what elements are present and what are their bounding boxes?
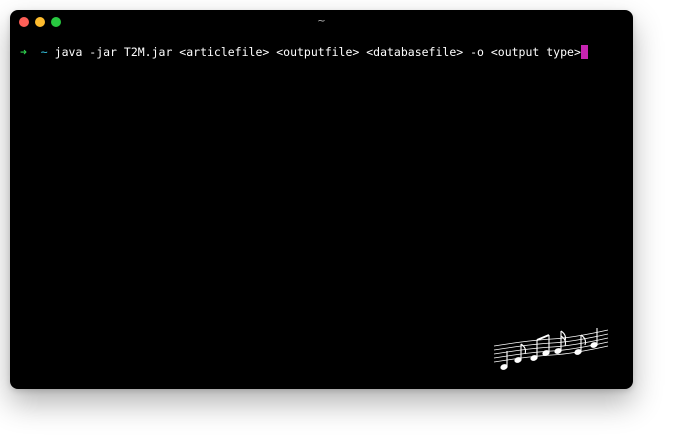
text-cursor — [580, 45, 588, 59]
prompt-arrow-icon: ➜ — [20, 45, 27, 59]
window-title: ~ — [317, 16, 326, 27]
command-text: java -jar T2M.jar <articlefile> <outputf… — [54, 45, 581, 59]
prompt-directory: ~ — [40, 45, 48, 59]
terminal-window: ~ ➜ ~ java -jar T2M.jar <articlefile> <o… — [10, 10, 633, 389]
music-notes-staff-icon — [493, 328, 609, 370]
title-bar[interactable]: ~ — [10, 10, 633, 34]
terminal-content[interactable]: ➜ ~ java -jar T2M.jar <articlefile> <out… — [20, 44, 623, 60]
